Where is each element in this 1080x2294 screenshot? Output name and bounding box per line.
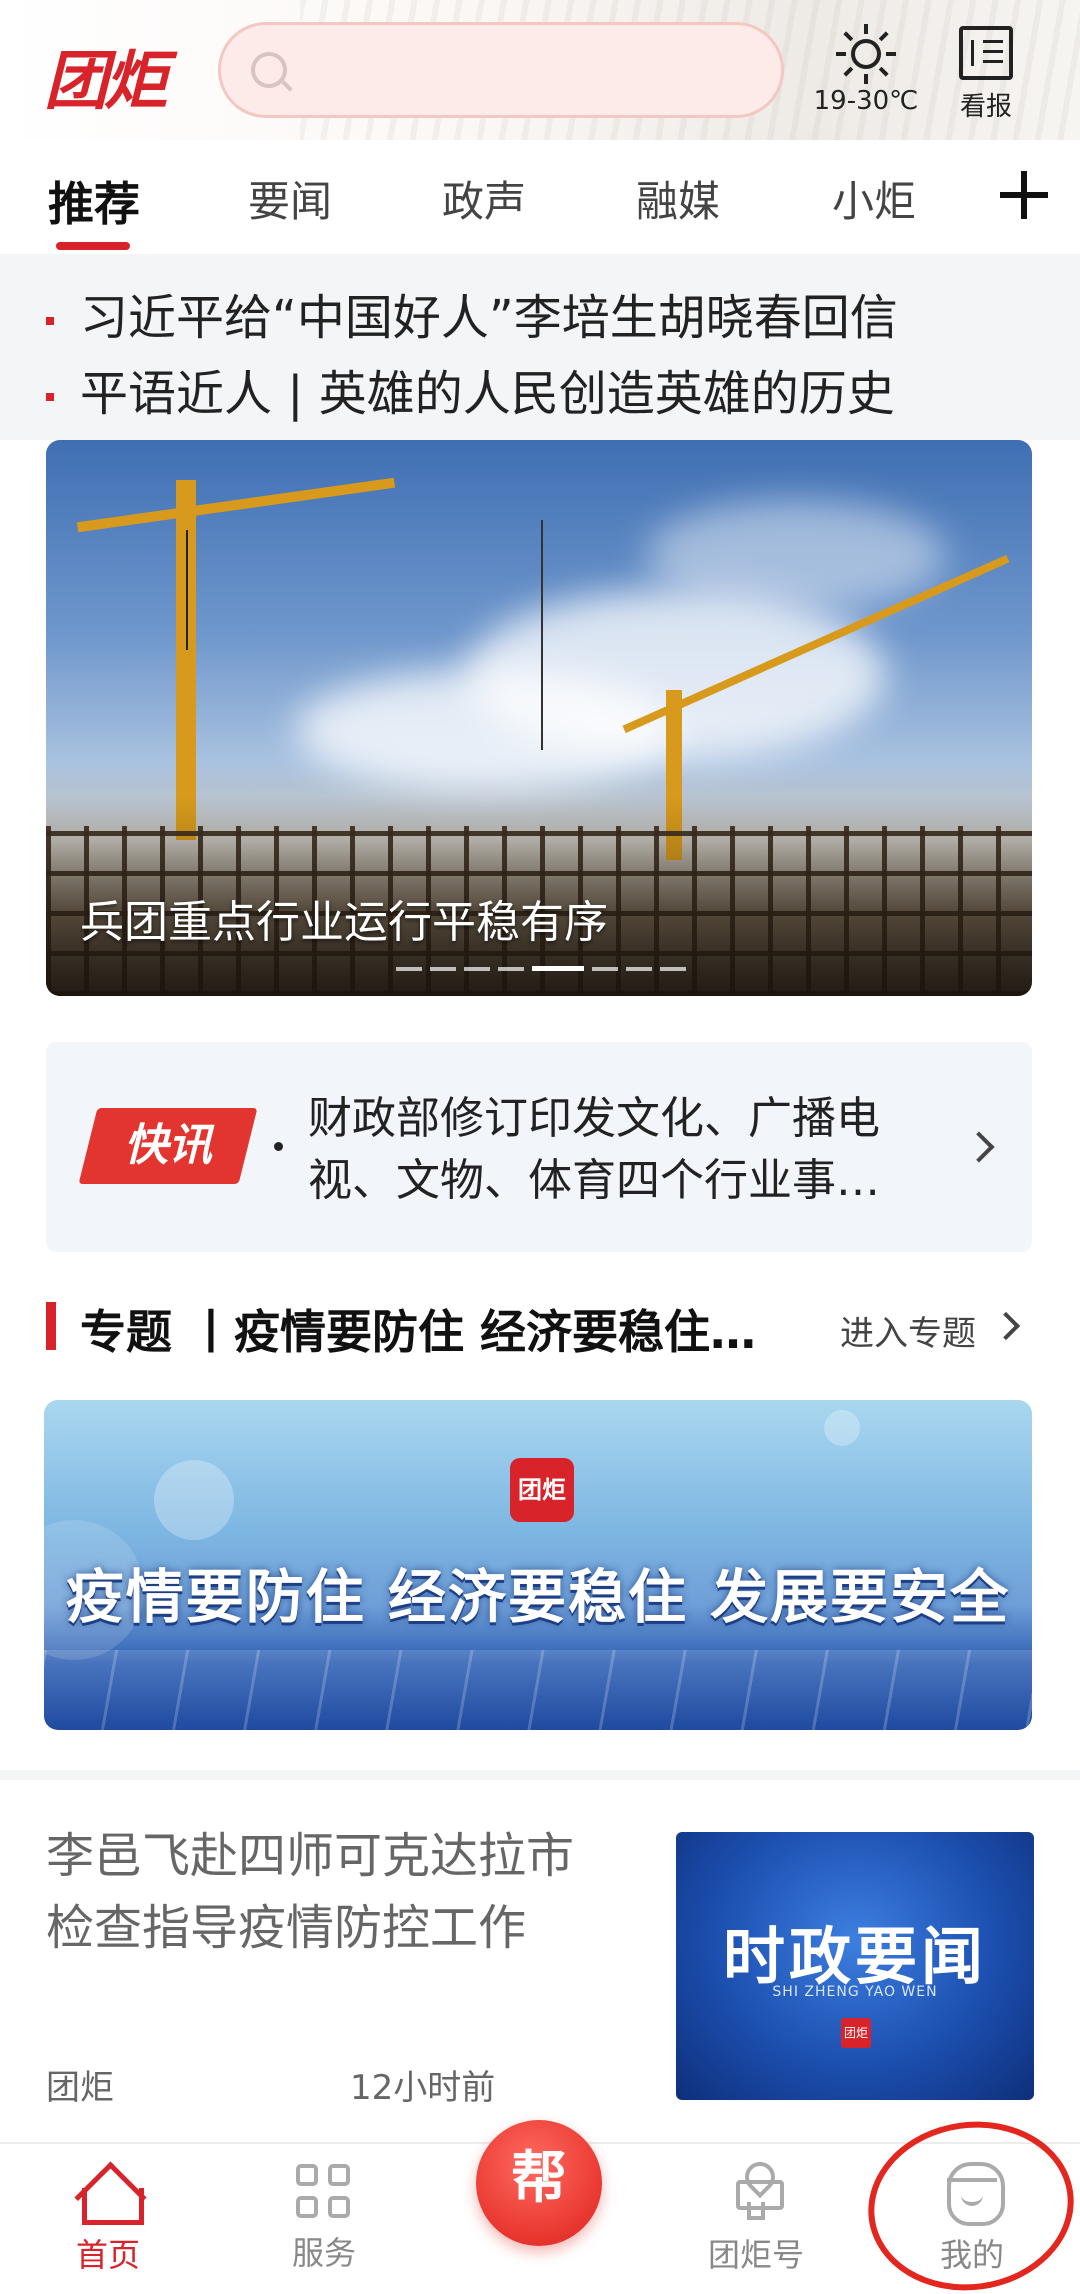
enter-topic-link[interactable]: 进入专题 — [840, 1306, 976, 1355]
tab-media[interactable]: 融媒 — [636, 168, 720, 229]
flash-news-card[interactable]: 快讯 财政部修订印发文化、广播电 视、文物、体育四个行业事… — [46, 1042, 1032, 1252]
topic-accent-bar — [46, 1302, 56, 1350]
bullet-icon — [46, 317, 54, 325]
sun-icon — [836, 24, 896, 84]
article-thumbnail[interactable]: 时政要闻 SHI ZHENG YAO WEN 团炬 — [676, 1832, 1034, 2100]
bullet-icon — [274, 1142, 283, 1151]
search-input[interactable] — [218, 22, 784, 118]
topic-banner-text: 疫情要防住 经济要稳住 发展要安全 — [65, 1563, 1011, 1631]
chevron-right-icon[interactable] — [991, 1311, 1021, 1341]
tab-xiaoju[interactable]: 小炬 — [832, 168, 916, 229]
headline-item[interactable]: 习近平给“中国好人”李培生胡晓春回信 — [46, 278, 898, 348]
article-time: 12小时前 — [350, 2068, 496, 2108]
app-screen: 团炬 19-30℃ 看报 推荐 要闻 政声 融媒 小炬 习近平给“中国好人”李培… — [0, 0, 1080, 2294]
carousel-indicator — [396, 958, 694, 971]
newspaper-icon — [959, 26, 1013, 80]
grid-icon — [296, 2164, 352, 2220]
tab-recommend[interactable]: 推荐 — [48, 168, 140, 234]
newspaper-button[interactable]: 看报 — [950, 26, 1022, 123]
article-source: 团炬 — [46, 2068, 114, 2108]
add-channel-icon[interactable] — [994, 166, 1054, 226]
carousel-banner[interactable]: 兵团重点行业运行平稳有序 — [46, 440, 1032, 996]
thumbnail-subtitle: SHI ZHENG YAO WEN — [772, 1984, 938, 2000]
headline-text: 平语近人 | 英雄的人民创造英雄的历史 — [80, 366, 895, 422]
top-header: 团炬 19-30℃ 看报 — [0, 0, 1080, 140]
channel-tabs: 推荐 要闻 政声 融媒 小炬 — [0, 150, 1080, 250]
headline-list: 习近平给“中国好人”李培生胡晓春回信 平语近人 | 英雄的人民创造英雄的历史 — [0, 254, 1080, 440]
flash-badge: 快讯 — [78, 1108, 258, 1184]
weather-temperature: 19-30℃ — [813, 86, 919, 116]
headline-text: 习近平给“中国好人”李培生胡晓春回信 — [80, 290, 898, 346]
nav-account[interactable]: 团炬号 — [686, 2162, 826, 2276]
weather-widget[interactable]: 19-30℃ — [806, 24, 926, 116]
help-button[interactable]: 帮 — [476, 2120, 602, 2246]
active-tab-indicator — [56, 242, 130, 250]
topic-banner[interactable]: 团炬 疫情要防住 经济要稳住 发展要安全 — [44, 1400, 1032, 1730]
banner-caption: 兵团重点行业运行平稳有序 — [80, 897, 608, 948]
article-title[interactable]: 李邑飞赴四师可克达拉市 检查指导疫情防控工作 — [46, 1820, 626, 1964]
headline-item[interactable]: 平语近人 | 英雄的人民创造英雄的历史 — [46, 354, 895, 424]
nav-home[interactable]: 首页 — [38, 2162, 178, 2276]
app-logo[interactable]: 团炬 — [44, 30, 168, 122]
topic-title: 专题 丨疫情要防住 经济要稳住… — [80, 1305, 757, 1359]
flash-news-text: 财政部修订印发文化、广播电 视、文物、体育四个行业事… — [308, 1093, 880, 1206]
torch-icon — [731, 2162, 784, 2222]
brand-logo: 团炬 — [510, 1458, 574, 1522]
brand-logo: 团炬 — [841, 2018, 871, 2048]
search-icon — [251, 52, 287, 88]
nav-service[interactable]: 服务 — [254, 2162, 394, 2274]
section-divider — [0, 1770, 1080, 1780]
bullet-icon — [46, 393, 54, 401]
newspaper-label: 看报 — [959, 92, 1012, 122]
tab-news[interactable]: 要闻 — [248, 168, 332, 229]
thumbnail-title: 时政要闻 — [722, 1920, 987, 1993]
tab-politics[interactable]: 政声 — [442, 168, 526, 229]
home-icon — [77, 2162, 144, 2225]
